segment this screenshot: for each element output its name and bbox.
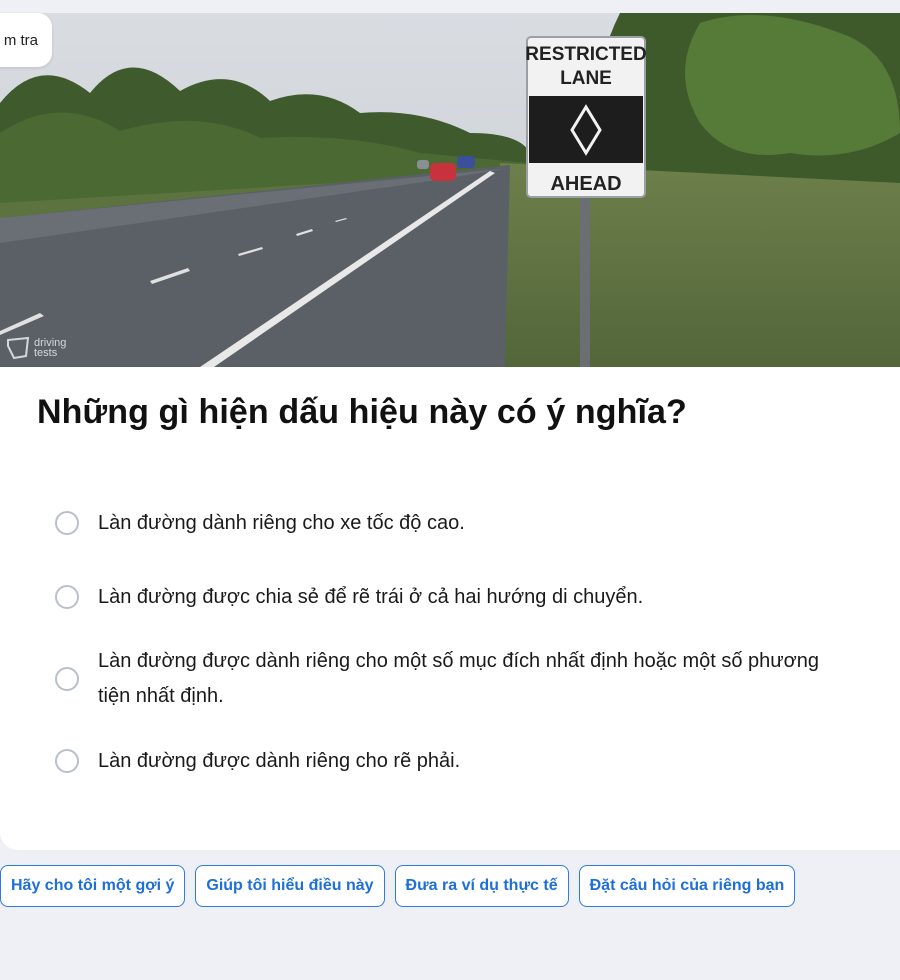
watermark-line2: tests — [34, 347, 58, 359]
answer-option-2[interactable]: Làn đường được chia sẻ để rẽ trái ở cả h… — [55, 571, 845, 623]
radio-button[interactable] — [55, 667, 79, 691]
real-example-button[interactable]: Đưa ra ví dụ thực tế — [394, 865, 569, 907]
road-sign-photo: RESTRICTED LANE AHEAD driving tests — [0, 13, 900, 367]
answer-option-label: Làn đường được dành riêng cho rẽ phải. — [98, 749, 461, 772]
answer-option-label: Làn đường được dành riêng cho một số mục… — [98, 650, 820, 707]
answer-option-1[interactable]: Làn đường dành riêng cho xe tốc độ cao. — [55, 497, 845, 549]
answer-option-3[interactable]: Làn đường được dành riêng cho một số mục… — [55, 637, 845, 721]
ask-own-question-button[interactable]: Đặt câu hỏi của riêng bạn — [578, 865, 796, 907]
answer-options: Làn đường dành riêng cho xe tốc độ cao. … — [55, 497, 845, 787]
hint-button[interactable]: Hãy cho tôi một gợi ý — [0, 865, 186, 907]
help-chips: Hãy cho tôi một gợi ý Giúp tôi hiểu điều… — [0, 865, 796, 907]
answer-option-label: Làn đường được chia sẻ để rẽ trái ở cả h… — [98, 585, 644, 608]
radio-button[interactable] — [55, 749, 79, 773]
partial-tab-label: m tra — [3, 31, 38, 49]
question-title: Những gì hiện dấu hiệu này có ý nghĩa? — [37, 393, 687, 431]
sign-text-line3: AHEAD — [550, 173, 621, 195]
partial-tab-button[interactable]: m tra — [0, 13, 52, 67]
radio-button[interactable] — [55, 585, 79, 609]
answer-option-label: Làn đường dành riêng cho xe tốc độ cao. — [98, 511, 465, 534]
answer-option-4[interactable]: Làn đường được dành riêng cho rẽ phải. — [55, 735, 845, 787]
explain-button[interactable]: Giúp tôi hiểu điều này — [195, 865, 385, 907]
sign-text-line2: LANE — [560, 68, 612, 89]
radio-button[interactable] — [55, 511, 79, 535]
sign-text-line1: RESTRICTED — [525, 44, 646, 65]
